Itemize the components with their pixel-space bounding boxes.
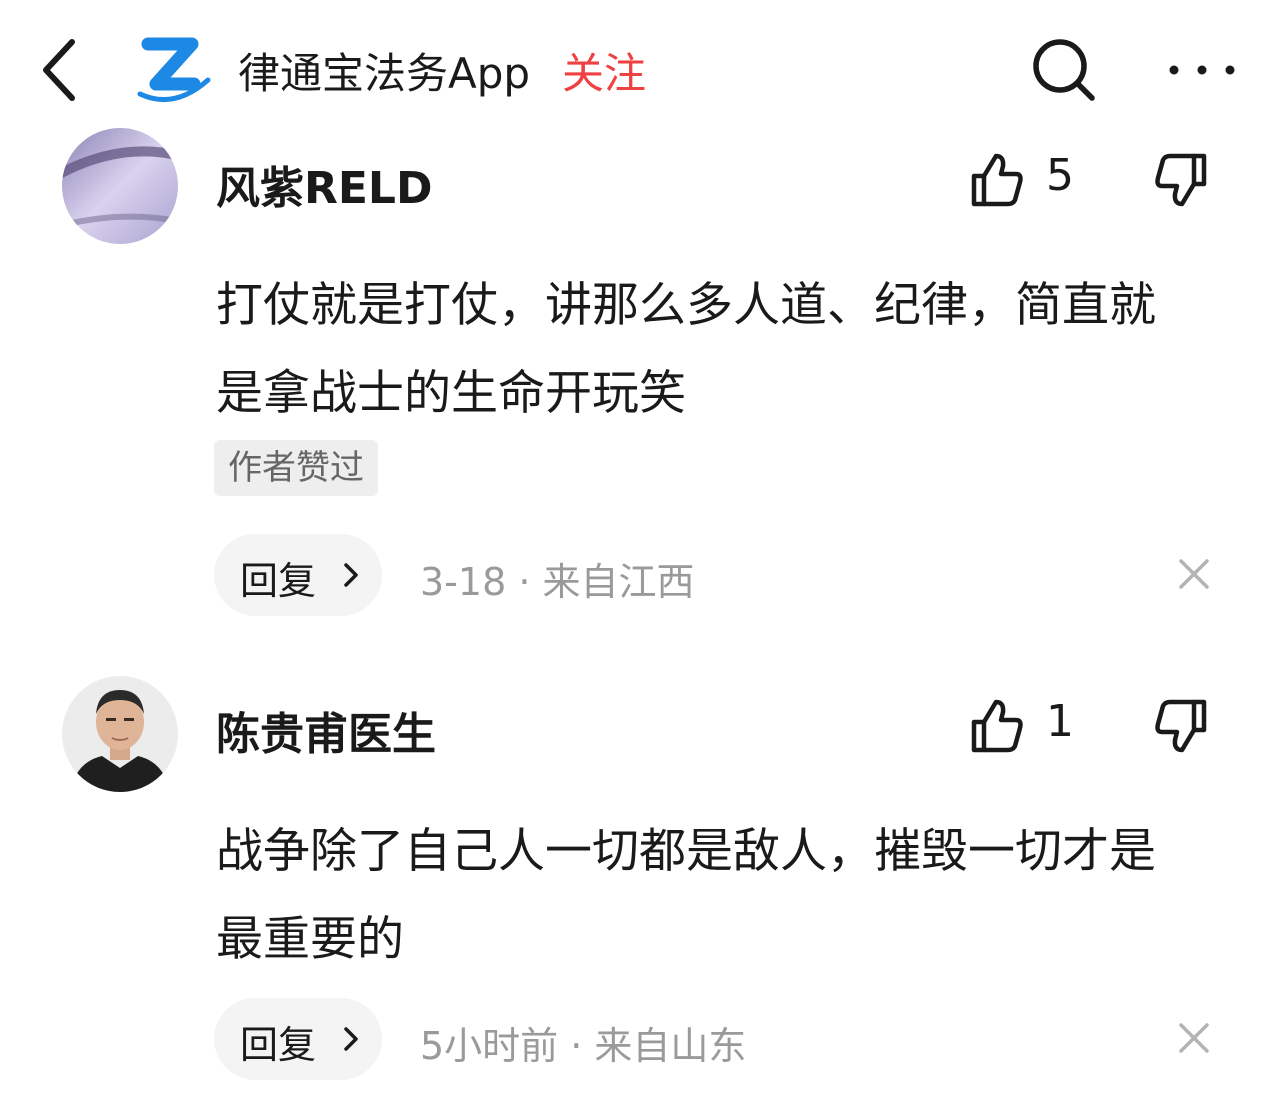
- back-button[interactable]: [30, 30, 90, 110]
- comment-meta: 5小时前 · 来自山东: [420, 1024, 747, 1068]
- top-bar: 律通宝法务App 关注: [0, 0, 1280, 138]
- app-logo[interactable]: [134, 28, 214, 108]
- close-icon: [1179, 1023, 1209, 1053]
- app-name[interactable]: 律通宝法务App: [238, 40, 530, 101]
- search-button[interactable]: [1026, 32, 1102, 108]
- back-arrow-icon: [43, 39, 75, 101]
- thumbs-down-icon: [1155, 153, 1207, 207]
- more-icon: [1169, 65, 1235, 75]
- dislike-button[interactable]: [1152, 698, 1214, 758]
- like-button[interactable]: 1: [968, 696, 1088, 756]
- thumbs-up-icon: [971, 153, 1023, 207]
- comment-meta: 3-18 · 来自江西: [420, 560, 695, 604]
- chevron-right-icon: [344, 563, 358, 587]
- like-count: 5: [1046, 150, 1074, 201]
- close-button[interactable]: [1176, 556, 1212, 592]
- close-icon: [1179, 559, 1209, 589]
- more-button[interactable]: [1162, 40, 1242, 100]
- chevron-right-icon: [344, 1027, 358, 1051]
- author-liked-badge: 作者赞过: [214, 440, 378, 496]
- like-count: 1: [1046, 696, 1074, 747]
- comment-content: 打仗就是打仗，讲那么多人道、纪律，简直就是拿战士的生命开玩笑: [216, 278, 1156, 421]
- search-icon: [1033, 39, 1095, 101]
- dislike-button[interactable]: [1152, 152, 1214, 212]
- reply-label: 回复: [240, 559, 317, 603]
- username[interactable]: 陈贵甫医生: [216, 698, 436, 762]
- comment-content: 战争除了自己人一切都是敌人，摧毁一切才是最重要的: [216, 824, 1156, 967]
- reply-button[interactable]: 回复: [214, 998, 382, 1080]
- follow-button[interactable]: 关注: [562, 40, 646, 101]
- avatar[interactable]: [62, 676, 178, 792]
- close-button[interactable]: [1176, 1020, 1212, 1056]
- thumbs-up-icon: [971, 699, 1023, 753]
- avatar[interactable]: [62, 128, 178, 244]
- reply-label: 回复: [240, 1023, 317, 1067]
- thumbs-down-icon: [1155, 699, 1207, 753]
- username[interactable]: 风紫RELD: [216, 152, 433, 216]
- reply-button[interactable]: 回复: [214, 534, 382, 616]
- like-button[interactable]: 5: [968, 150, 1088, 210]
